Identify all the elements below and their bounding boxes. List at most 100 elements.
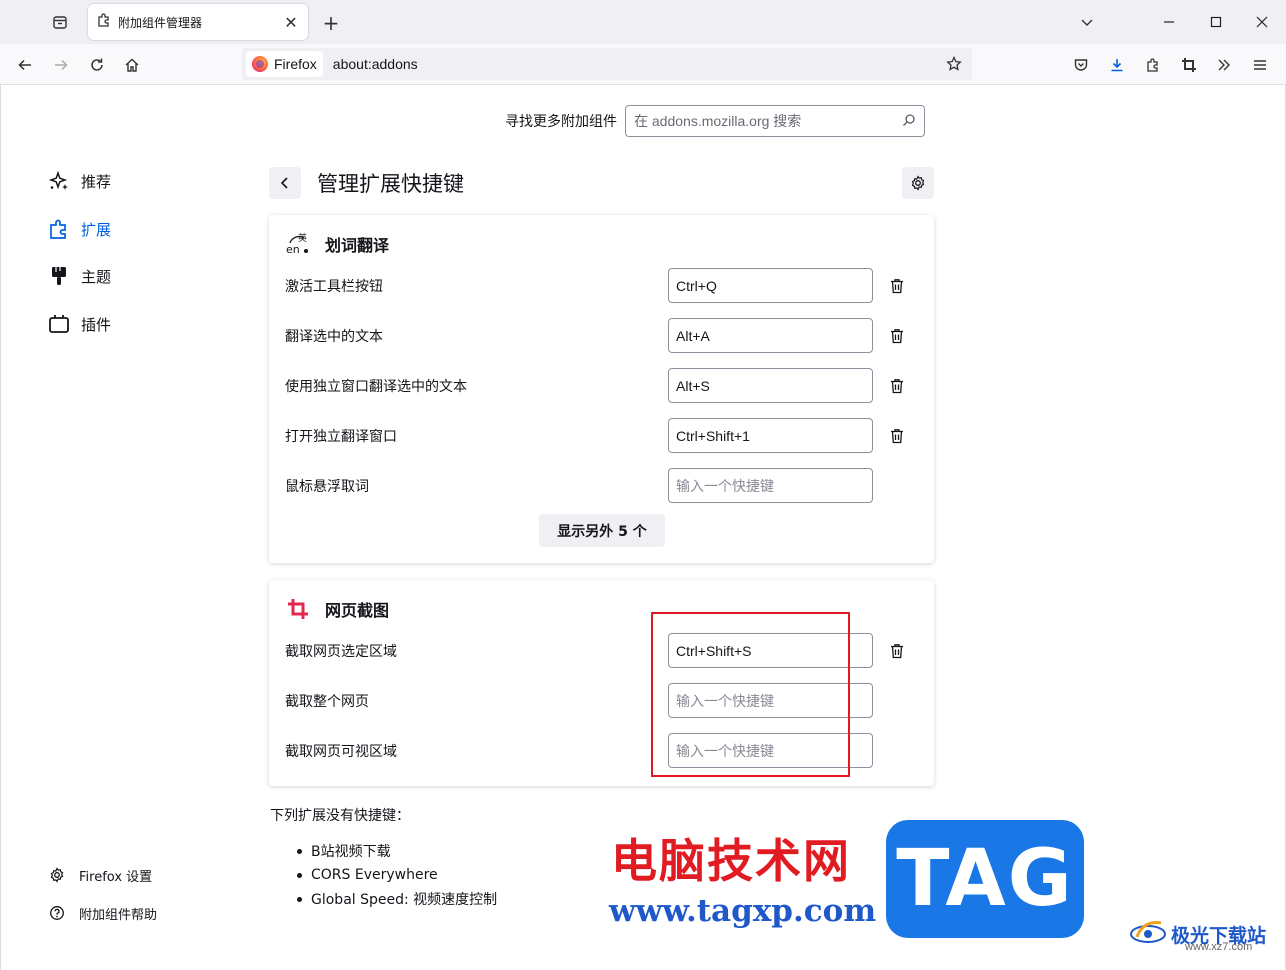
identity-box[interactable]: Firefox <box>246 51 323 77</box>
amo-search-row: 寻找更多附加组件 <box>505 105 925 137</box>
sidebar-item-recommendations[interactable]: 推荐 <box>47 166 111 196</box>
list-item: Global Speed: 视频速度控制 <box>297 887 497 911</box>
extension-header: 网页截图 <box>285 594 389 624</box>
tab-addons-manager[interactable]: 附加组件管理器 ✕ <box>88 4 308 40</box>
shortcut-label: 激活工具栏按钮 <box>285 278 383 295</box>
home-icon[interactable] <box>117 50 147 80</box>
sidebar-item-plugins[interactable]: 插件 <box>47 309 111 339</box>
plugin-icon <box>47 312 71 336</box>
trash-icon[interactable] <box>885 374 909 398</box>
nav-bar: Firefox about:addons <box>0 44 1286 85</box>
shortcut-input[interactable] <box>668 318 873 353</box>
shortcut-label: 截取整个网页 <box>285 693 369 710</box>
translate-icon: en 英 <box>285 231 311 257</box>
addons-help-label: 附加组件帮助 <box>79 907 158 923</box>
extension-header: en 英 划词翻译 <box>285 229 389 259</box>
firefox-settings-link[interactable]: Firefox 设置 <box>47 863 152 887</box>
watermark-site: 极光下载站 www.xz7.com <box>1129 917 1266 953</box>
downloads-icon[interactable] <box>1102 50 1132 80</box>
shortcut-row: 翻译选中的文本 <box>285 318 915 353</box>
shortcut-input[interactable] <box>668 268 873 303</box>
sidebar-item-label: 扩展 <box>81 220 112 239</box>
reload-icon[interactable] <box>82 50 112 80</box>
sidebar-item-label: 推荐 <box>81 172 112 191</box>
page-title: 管理扩展快捷键 <box>317 172 464 196</box>
chevron-down-icon[interactable] <box>1074 10 1100 34</box>
svg-text:en: en <box>286 243 300 256</box>
url-text[interactable]: about:addons <box>333 56 940 72</box>
overflow-chevrons-icon[interactable] <box>1209 50 1239 80</box>
addons-help-link[interactable]: 附加组件帮助 <box>47 901 157 925</box>
extension-name: 划词翻译 <box>325 236 390 255</box>
list-item: CORS Everywhere <box>297 863 497 887</box>
hamburger-menu-icon[interactable] <box>1245 50 1275 80</box>
watermark-cn-text: 电脑技术网 <box>611 834 851 888</box>
tab-title: 附加组件管理器 <box>118 15 203 30</box>
gear-icon <box>911 175 925 191</box>
close-window-icon[interactable] <box>1249 10 1275 34</box>
minimize-icon[interactable] <box>1156 10 1182 34</box>
shortcut-input[interactable] <box>668 368 873 403</box>
screenshot-crop-icon[interactable] <box>1174 50 1204 80</box>
watermark-site-url: www.xz7.com <box>1185 941 1253 953</box>
addons-page: 推荐 扩展 主题 插件 Firefox 设置 附加组件帮助 寻找更多附加组件 在… <box>0 85 1286 970</box>
extensions-puzzle-icon[interactable] <box>1138 50 1168 80</box>
forward-arrow-icon[interactable] <box>46 50 76 80</box>
list-item: B站视频下载 <box>297 839 497 863</box>
shortcut-input[interactable] <box>668 418 873 453</box>
aurora-logo-icon <box>1129 917 1167 951</box>
amo-search-box[interactable] <box>625 105 925 137</box>
trash-icon[interactable] <box>885 324 909 348</box>
watermark-tag-logo: TAG <box>886 820 1084 938</box>
firefox-settings-label: Firefox 设置 <box>79 869 153 885</box>
no-shortcut-title: 下列扩展没有快捷键： <box>270 808 410 824</box>
list-all-tabs-icon[interactable] <box>44 8 76 36</box>
brush-icon <box>47 264 71 288</box>
extension-name: 网页截图 <box>325 601 390 620</box>
puzzle-icon <box>96 12 112 32</box>
firefox-logo-icon <box>252 56 268 72</box>
shortcut-label: 使用独立窗口翻译选中的文本 <box>285 378 467 395</box>
search-input[interactable] <box>634 113 902 129</box>
shortcut-label: 翻译选中的文本 <box>285 328 383 345</box>
sidebar-item-extensions[interactable]: 扩展 <box>47 214 111 244</box>
shortcut-label: 打开独立翻译窗口 <box>285 428 397 445</box>
pocket-icon[interactable] <box>1066 50 1096 80</box>
back-button[interactable] <box>269 167 301 199</box>
new-tab-button[interactable]: + <box>318 10 344 36</box>
trash-icon[interactable] <box>885 424 909 448</box>
search-icon <box>902 112 916 131</box>
puzzle-icon <box>47 217 71 241</box>
bookmark-star-icon[interactable] <box>940 50 968 78</box>
shortcut-row: 打开独立翻译窗口 <box>285 418 915 453</box>
close-tab-icon[interactable]: ✕ <box>282 13 300 32</box>
shortcut-row: 鼠标悬浮取词 <box>285 468 915 503</box>
page-options-button[interactable] <box>902 167 934 199</box>
help-icon <box>47 903 67 923</box>
chevron-left-icon <box>280 177 288 189</box>
shortcut-label: 截取网页可视区域 <box>285 743 397 760</box>
url-bar[interactable]: Firefox about:addons <box>242 48 972 80</box>
sparkle-icon <box>47 169 71 193</box>
no-shortcut-list: B站视频下载 CORS Everywhere Global Speed: 视频速… <box>297 839 497 911</box>
sidebar-item-label: 插件 <box>81 315 112 334</box>
shortcut-label: 鼠标悬浮取词 <box>285 478 369 495</box>
search-label: 寻找更多附加组件 <box>505 114 617 130</box>
page-header: 管理扩展快捷键 <box>269 167 934 199</box>
trash-icon[interactable] <box>885 274 909 298</box>
annotation-highlight-box <box>651 612 850 777</box>
shortcut-label: 截取网页选定区域 <box>285 643 397 660</box>
shortcut-input[interactable] <box>668 468 873 503</box>
sidebar-item-themes[interactable]: 主题 <box>47 261 111 291</box>
maximize-icon[interactable] <box>1203 10 1229 34</box>
shortcut-row: 激活工具栏按钮 <box>285 268 915 303</box>
gear-icon <box>47 865 67 885</box>
back-arrow-icon[interactable] <box>10 50 40 80</box>
trash-icon[interactable] <box>885 639 909 663</box>
identity-label: Firefox <box>274 56 317 72</box>
sidebar-item-label: 主题 <box>81 267 112 286</box>
svg-text:英: 英 <box>298 232 307 244</box>
tab-strip: 附加组件管理器 ✕ + <box>0 0 1286 44</box>
show-more-shortcuts-button[interactable]: 显示另外 5 个 <box>539 514 665 547</box>
extension-card-translate: en英 划词翻译 激活工具栏按钮 翻译选中的文本 使用独立窗口翻译选中的文本 <box>269 215 934 563</box>
